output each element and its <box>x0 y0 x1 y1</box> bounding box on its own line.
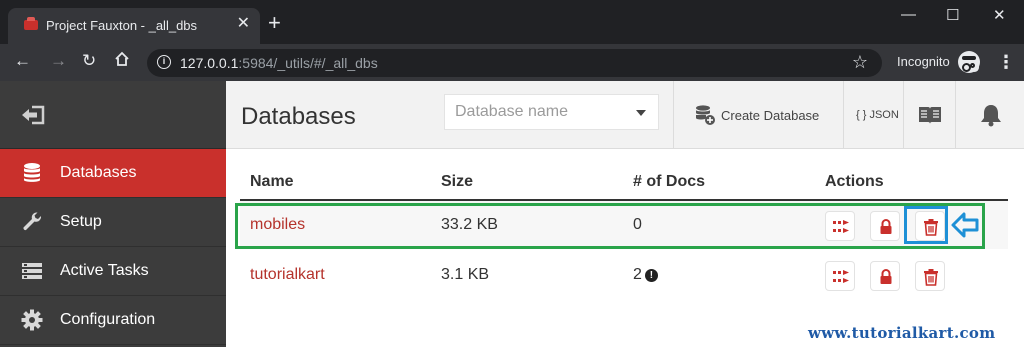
highlight-row-annotation <box>235 203 985 249</box>
documentation-button[interactable] <box>903 81 955 149</box>
pointer-arrow-icon <box>950 210 980 245</box>
tab-close-icon[interactable]: ✕ <box>237 16 250 32</box>
database-icon <box>21 162 43 184</box>
database-size: 3.1 KB <box>441 266 490 283</box>
doc-count: 2 <box>633 266 642 283</box>
url-path: :5984/_utils/#/_all_dbs <box>238 55 378 71</box>
replicate-icon <box>833 270 849 283</box>
database-name-input[interactable] <box>445 95 625 129</box>
chevron-down-icon[interactable] <box>636 110 646 116</box>
delete-database-button[interactable] <box>915 261 945 291</box>
incognito-glasses-icon <box>970 63 975 68</box>
sidebar-item-databases[interactable]: Databases <box>0 149 226 198</box>
table-header: Name Size # of Docs Actions <box>240 171 1008 201</box>
browser-tabstrip: Project Fauxton - _all_dbs ✕ + — ☐ ✕ <box>0 0 1024 44</box>
url-host: 127.0.0.1 <box>180 55 239 71</box>
book-icon <box>918 105 942 130</box>
gear-icon <box>21 309 43 331</box>
database-plus-icon <box>694 104 716 131</box>
wrench-icon <box>21 211 43 233</box>
sidebar-item-label: Databases <box>60 164 137 181</box>
column-header-name[interactable]: Name <box>250 173 294 191</box>
permissions-button[interactable] <box>870 261 900 291</box>
replicate-button[interactable] <box>825 261 855 291</box>
new-tab-button[interactable]: + <box>268 12 281 34</box>
column-header-docs[interactable]: # of Docs <box>633 173 705 191</box>
browser-menu-icon[interactable]: ⋮ <box>997 52 1015 73</box>
sidebar-item-setup[interactable]: Setup <box>0 198 226 247</box>
page-header: Databases Create Database { } JSON <box>226 81 1024 149</box>
logout-icon[interactable] <box>20 105 46 130</box>
back-arrow-icon[interactable]: ← <box>14 50 31 72</box>
create-database-label: Create Database <box>721 108 820 123</box>
forward-arrow-icon[interactable]: → <box>50 50 67 72</box>
maximize-button[interactable]: ☐ <box>946 6 959 24</box>
info-icon[interactable]: i <box>157 55 171 69</box>
highlight-delete-annotation <box>904 206 948 244</box>
sidebar-item-label: Setup <box>60 213 102 230</box>
create-database-button[interactable]: Create Database <box>673 81 843 149</box>
reload-icon[interactable]: ↻ <box>82 50 96 72</box>
page-title: Databases <box>241 103 356 130</box>
sidebar-item-configuration[interactable]: Configuration <box>0 296 226 345</box>
database-search[interactable] <box>444 94 659 130</box>
sidebar-item-label: Active Tasks <box>60 262 149 279</box>
table-row: tutorialkart 3.1 KB 2! <box>240 251 1008 299</box>
lock-icon <box>880 269 892 284</box>
database-link[interactable]: tutorialkart <box>250 266 325 284</box>
browser-tab[interactable]: Project Fauxton - _all_dbs ✕ <box>8 8 260 44</box>
sidebar: Databases Setup Active Tasks Configurati… <box>0 81 226 347</box>
sidebar-item-active-tasks[interactable]: Active Tasks <box>0 247 226 296</box>
bell-icon <box>980 103 1002 132</box>
notifications-button[interactable] <box>955 81 1024 149</box>
doc-count-cell: 2! <box>633 266 658 284</box>
watermark: www.tutorialkart.com <box>808 324 996 342</box>
bookmark-star-icon[interactable]: ☆ <box>852 52 868 73</box>
sidebar-header <box>0 81 226 149</box>
minimize-button[interactable]: — <box>901 6 916 23</box>
url-text: 127.0.0.1:5984/_utils/#/_all_dbs <box>180 55 378 71</box>
home-icon[interactable] <box>114 51 130 73</box>
column-header-actions: Actions <box>825 173 884 190</box>
couchdb-favicon-icon <box>24 17 38 30</box>
tab-title: Project Fauxton - _all_dbs <box>46 18 198 33</box>
browser-toolbar: ← → ↻ i 127.0.0.1:5984/_utils/#/_all_dbs… <box>0 44 1024 81</box>
json-button[interactable]: { } JSON <box>843 81 903 149</box>
column-header-size[interactable]: Size <box>441 173 473 191</box>
incognito-icon[interactable] <box>958 51 980 73</box>
close-window-button[interactable]: ✕ <box>993 6 1006 24</box>
json-label: { } JSON <box>856 109 899 121</box>
tasks-icon <box>21 260 43 282</box>
trash-icon <box>924 269 938 286</box>
sidebar-item-label: Configuration <box>60 311 156 328</box>
address-bar[interactable]: i 127.0.0.1:5984/_utils/#/_all_dbs ☆ <box>147 49 882 77</box>
incognito-label: Incognito <box>897 54 950 69</box>
warning-icon[interactable]: ! <box>644 269 658 282</box>
